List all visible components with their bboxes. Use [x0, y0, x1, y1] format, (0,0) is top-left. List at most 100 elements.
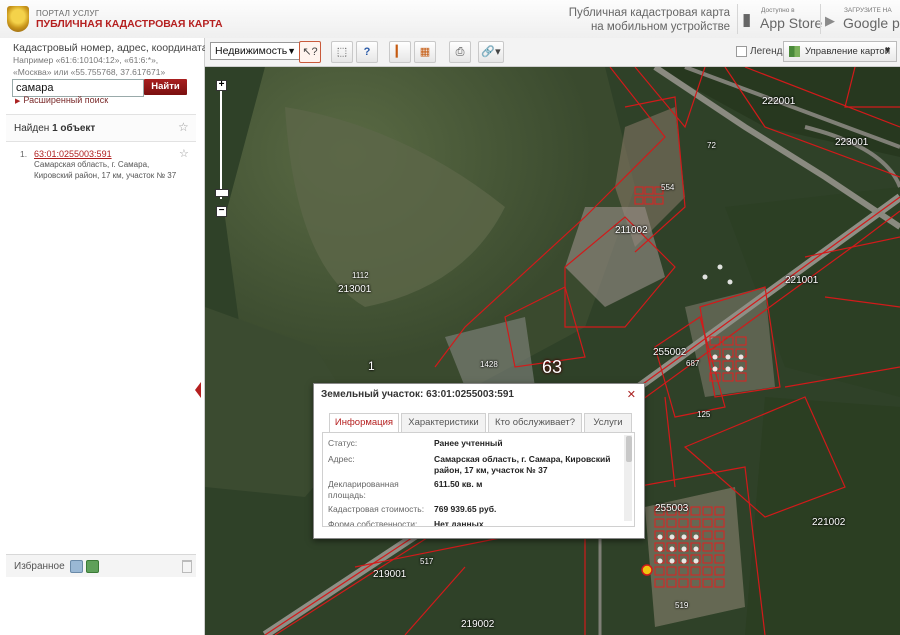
area-question-icon: ⬚ — [336, 46, 348, 58]
info-tool-button[interactable]: ? — [356, 41, 378, 63]
results-header: Найден 1 объект ☆ — [6, 114, 196, 142]
google-play-label: Google play — [843, 15, 900, 31]
import-icon[interactable] — [70, 560, 83, 573]
result-number: 1. — [20, 149, 28, 159]
trash-icon[interactable] — [182, 560, 192, 573]
map-label: 213001 — [338, 284, 372, 295]
zoom-track[interactable] — [220, 91, 222, 199]
triangle-right-icon: ▶ — [15, 98, 21, 105]
link-button[interactable]: 🔗▾ — [478, 41, 504, 63]
result-cadastral-link[interactable]: 63:01:0255003:591 — [34, 149, 112, 159]
layer-select[interactable]: Недвижимость ▼ — [210, 42, 300, 60]
map-label: 554 — [661, 183, 675, 192]
dropdown-arrow-icon: ▼ — [883, 45, 892, 55]
search-button[interactable]: Найти — [144, 79, 187, 95]
search-label: Кадастровый номер, адрес, координата: — [13, 42, 211, 54]
left-panel: Кадастровый номер, адрес, координата: На… — [0, 38, 211, 635]
advanced-search-label: Расширенный поиск — [23, 95, 109, 105]
favorites-header: Избранное — [6, 554, 196, 577]
mobile-promo-line2: на мобильном устройстве — [590, 21, 730, 33]
info-question-icon: ? — [363, 46, 371, 58]
map-label: 255003 — [655, 503, 689, 514]
map-label: 222001 — [762, 96, 796, 107]
selected-parcel-marker[interactable] — [641, 564, 653, 576]
map-label: 221001 — [785, 275, 819, 286]
map-control-dropdown[interactable]: Управление картой ▼ — [783, 41, 897, 62]
portal-subtitle: ПОРТАЛ УСЛУГ — [36, 9, 100, 18]
print-button[interactable]: ⎙ — [449, 41, 471, 63]
legend-checkbox[interactable] — [736, 46, 747, 57]
map-label: 255002 — [653, 347, 687, 358]
close-icon[interactable]: ✕ — [627, 388, 636, 401]
found-prefix: Найден — [14, 123, 50, 134]
map-label: 519 — [675, 601, 689, 610]
buildings-tool-button[interactable]: ▦ — [414, 41, 436, 63]
play-triangle-icon: ▶ — [825, 13, 835, 28]
prop-label: Форма собственности: — [328, 519, 418, 527]
app-store-small-label: Доступно в — [761, 7, 795, 14]
map-label: 1112 — [352, 271, 369, 280]
portal-title[interactable]: ПУБЛИЧНАЯ КАДАСТРОВАЯ КАРТА — [36, 18, 223, 30]
advanced-search-link[interactable]: ▶ Расширенный поиск — [15, 95, 108, 105]
map-label: 1 — [368, 359, 375, 373]
app-store-button[interactable]: ▮ Доступно в App Store — [737, 4, 822, 34]
star-icon[interactable]: ☆ — [179, 147, 189, 160]
measure-tool-button[interactable]: ▎ — [389, 41, 411, 63]
excel-export-icon[interactable] — [86, 560, 99, 573]
collapse-panel-handle[interactable] — [195, 382, 201, 398]
tab-information[interactable]: Информация — [329, 413, 399, 432]
tab-services[interactable]: Услуги — [584, 413, 632, 432]
phone-icon: ▮ — [742, 10, 752, 29]
map-label: 1428 — [480, 360, 498, 369]
link-icon: 🔗▾ — [481, 46, 501, 58]
popup-body: Статус: Ранее учтенный Адрес: Самарская … — [322, 432, 635, 527]
header: ПОРТАЛ УСЛУГ ПУБЛИЧНАЯ КАДАСТРОВАЯ КАРТА… — [0, 0, 900, 39]
map-label: 221002 — [812, 517, 846, 528]
prop-value: Ранее учтенный — [434, 438, 503, 448]
search-hint: Например «61:6:10104:12», «61:6:*», «Мос… — [13, 55, 166, 77]
popup-scrollbar-thumb[interactable] — [626, 436, 632, 462]
mobile-promo: Публичная кадастровая карта на мобильном… — [560, 6, 730, 34]
favorites-label: Избранное — [14, 561, 65, 572]
prop-value: Самарская область, г. Самара, Кировский … — [434, 454, 611, 475]
map-label: 211002 — [615, 225, 648, 236]
map-label: 219002 — [461, 619, 495, 630]
popup-title: Земельный участок: 63:01:0255003:591 — [321, 389, 514, 400]
map-label: 72 — [707, 141, 716, 150]
prop-value: 769 939.65 руб. — [434, 504, 497, 514]
app-store-label: App Store — [760, 15, 823, 31]
satellite-map — [205, 67, 900, 635]
google-play-button[interactable]: ▶ ЗАГРУЗИТЕ НА Google play — [820, 4, 900, 34]
prop-label: Адрес: — [328, 454, 355, 464]
building-icon: ▦ — [419, 46, 431, 58]
prop-value: 611.50 кв. м — [434, 479, 483, 489]
printer-icon: ⎙ — [455, 46, 465, 58]
result-address: Самарская область, г. Самара, Кировский … — [34, 160, 177, 180]
coat-of-arms-logo[interactable] — [7, 6, 29, 32]
map-label-region: 63 — [542, 357, 563, 377]
tab-characteristics[interactable]: Характеристики — [401, 413, 486, 432]
map-toolbar: Недвижимость ▼ ↖? ⬚ ? ▎ ▦ ⎙ 🔗▾ Легенда Уп… — [205, 38, 900, 67]
zoom-in-button[interactable]: + — [216, 80, 227, 91]
zoom-out-button[interactable]: − — [216, 206, 227, 217]
parcel-info-popup: Земельный участок: 63:01:0255003:591 ✕ И… — [313, 383, 645, 539]
identify-tool-button[interactable]: ↖? — [299, 41, 321, 63]
google-play-small-label: ЗАГРУЗИТЕ НА — [844, 7, 892, 14]
tab-who-serves[interactable]: Кто обслуживает? — [488, 413, 582, 432]
found-count: 1 объект — [52, 123, 96, 134]
prop-label: Статус: — [328, 438, 358, 448]
zoom-slider-handle[interactable] — [215, 189, 229, 197]
list-item[interactable]: 1. 63:01:0255003:591 ☆ Самарская область… — [6, 146, 196, 184]
map-label: 223001 — [835, 137, 869, 148]
star-icon[interactable]: ☆ — [178, 120, 189, 134]
ruler-icon: ▎ — [395, 46, 405, 58]
map-canvas[interactable]: + − 222001 223001 72 554 211002 221001 1… — [205, 67, 900, 635]
map-label: 125 — [697, 410, 711, 419]
prop-label: Кадастровая стоимость: — [328, 504, 425, 514]
map-grid-icon — [789, 46, 800, 57]
map-label: 219001 — [373, 569, 407, 580]
found-text: Найден 1 объект — [14, 123, 95, 134]
area-identify-button[interactable]: ⬚ — [331, 41, 353, 63]
map-label: 687 — [686, 359, 700, 368]
prop-value: Нет данных — [434, 519, 484, 527]
